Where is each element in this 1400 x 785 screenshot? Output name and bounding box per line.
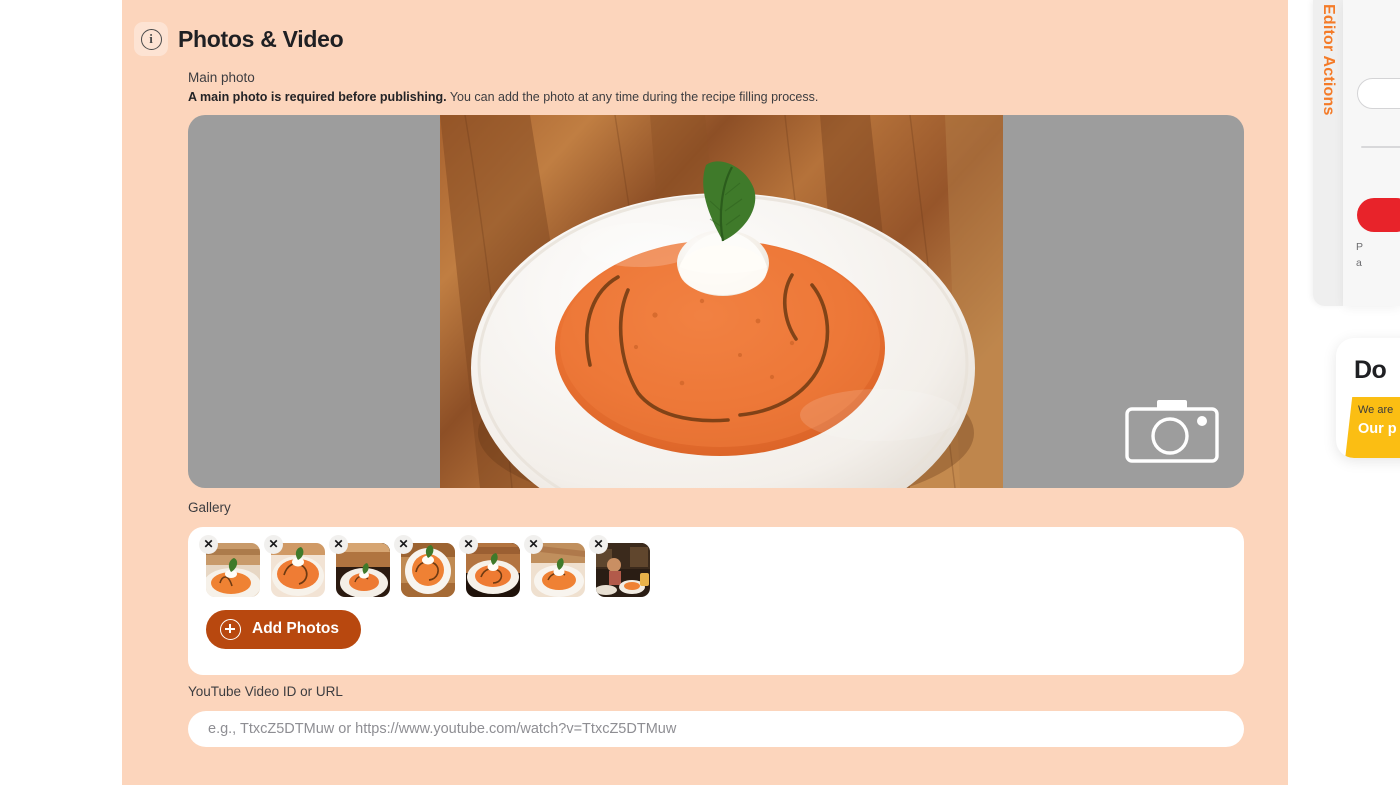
gallery-thumbnail[interactable]: ✕ xyxy=(199,534,260,597)
remove-thumbnail-icon[interactable]: ✕ xyxy=(264,534,283,554)
camera-icon[interactable] xyxy=(1124,396,1220,466)
gallery-thumbnail[interactable]: ✕ xyxy=(264,534,325,597)
promo-ribbon: We are Our p xyxy=(1345,397,1400,458)
remove-thumbnail-icon[interactable]: ✕ xyxy=(329,534,348,554)
remove-thumbnail-icon[interactable]: ✕ xyxy=(589,534,608,554)
gallery-label: Gallery xyxy=(188,500,231,515)
rail-action-pill[interactable] xyxy=(1357,78,1400,109)
main-photo-label: Main photo xyxy=(188,70,255,85)
remove-thumbnail-icon[interactable]: ✕ xyxy=(199,534,218,554)
rail-delete-button[interactable] xyxy=(1357,198,1400,232)
youtube-block: YouTube Video ID or URL xyxy=(188,682,1244,747)
gallery-thumbnail-row: ✕ ✕ ✕ ✕ ✕ ✕ ✕ xyxy=(199,534,1226,597)
main-photo-image xyxy=(440,115,1003,489)
info-glyph: i xyxy=(140,28,162,50)
gallery-block: Gallery ✕ ✕ ✕ ✕ ✕ ✕ ✕ Add Photos xyxy=(188,498,1244,675)
remove-thumbnail-icon[interactable]: ✕ xyxy=(459,534,478,554)
youtube-input[interactable] xyxy=(188,710,1244,747)
rail-note: P a xyxy=(1356,240,1400,272)
main-photo-hint-bold: A main photo is required before publishi… xyxy=(188,89,447,104)
main-photo-hint-rest: You can add the photo at any time during… xyxy=(446,89,819,104)
promo-ribbon-line1: We are xyxy=(1358,404,1394,416)
app-root: i Photos & Video Main photo A main photo… xyxy=(0,0,1400,785)
plus-circle-icon xyxy=(220,618,241,640)
main-photo-frame[interactable] xyxy=(188,115,1244,489)
gallery-thumbnail[interactable]: ✕ xyxy=(459,534,520,597)
editor-actions-tab[interactable]: Editor Actions xyxy=(1313,0,1343,306)
gallery-thumbnail[interactable]: ✕ xyxy=(524,534,585,597)
gallery-thumbnail[interactable]: ✕ xyxy=(589,534,650,597)
add-photos-label: Add Photos xyxy=(252,620,339,638)
main-photo-hint: A main photo is required before publishi… xyxy=(188,88,1244,107)
youtube-label: YouTube Video ID or URL xyxy=(188,684,343,699)
main-photo-block: Main photo A main photo is required befo… xyxy=(188,68,1244,489)
remove-thumbnail-icon[interactable]: ✕ xyxy=(524,534,543,554)
remove-thumbnail-icon[interactable]: ✕ xyxy=(394,534,413,554)
editor-actions-tab-label: Editor Actions xyxy=(1320,4,1337,116)
promo-title: Do xyxy=(1354,356,1387,384)
info-circle-icon[interactable]: i xyxy=(134,22,168,56)
gallery-thumbnail[interactable]: ✕ xyxy=(329,534,390,597)
rail-note-line2: a xyxy=(1356,256,1362,269)
soup-photo-svg xyxy=(440,115,1003,489)
gallery-thumbnail[interactable]: ✕ xyxy=(394,534,455,597)
rail-divider xyxy=(1361,146,1400,148)
editor-actions-panel: P a xyxy=(1343,0,1400,306)
add-photos-button[interactable]: Add Photos xyxy=(206,609,361,649)
promo-card[interactable]: Do We are Our p xyxy=(1336,338,1400,458)
gallery-card: ✕ ✕ ✕ ✕ ✕ ✕ ✕ Add Photos xyxy=(188,526,1244,675)
photos-video-section: i Photos & Video Main photo A main photo… xyxy=(122,0,1288,785)
promo-ribbon-line2: Our p xyxy=(1358,421,1397,437)
rail-note-line1: P xyxy=(1356,241,1364,253)
section-header: i Photos & Video xyxy=(134,22,344,56)
page-title: Photos & Video xyxy=(178,25,344,52)
